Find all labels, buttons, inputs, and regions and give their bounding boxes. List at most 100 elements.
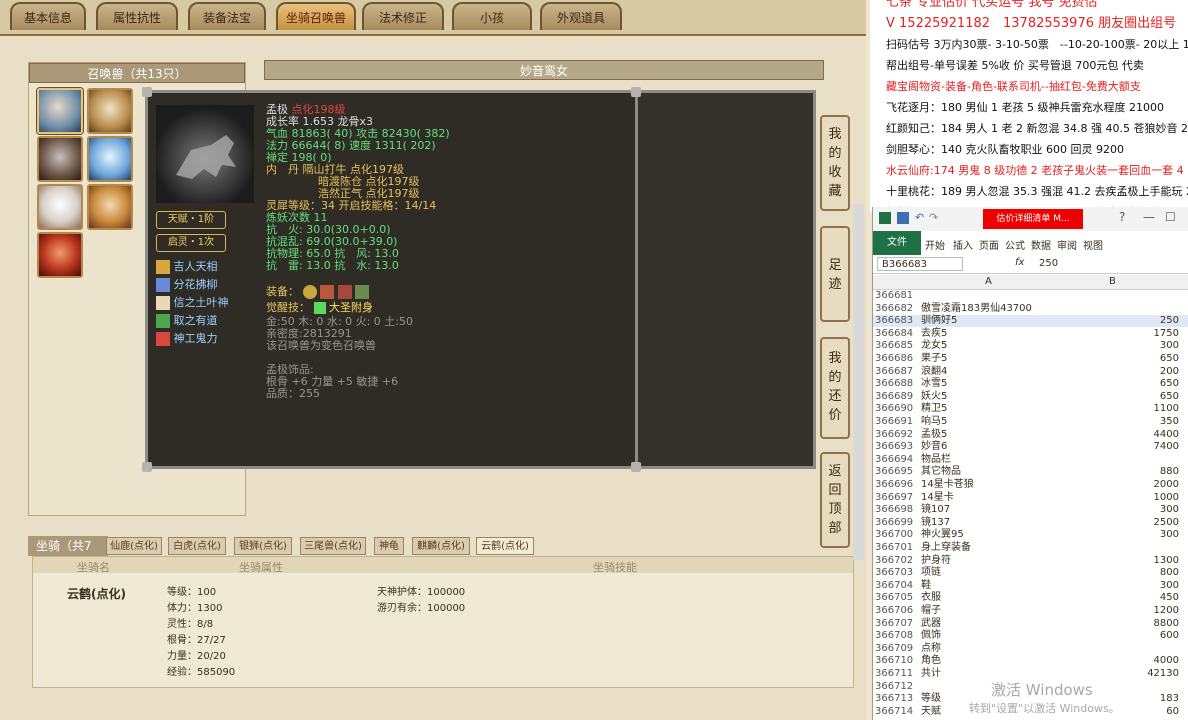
pet-avatar[interactable] <box>37 232 83 278</box>
cell-b[interactable]: 200 <box>1160 366 1179 378</box>
cell-b[interactable]: 250 <box>1160 315 1179 327</box>
row-number[interactable]: 366702 <box>875 555 913 567</box>
cell-a[interactable]: 项链 <box>921 567 941 579</box>
cell-b[interactable]: 60 <box>1166 706 1179 718</box>
pet-avatar[interactable] <box>87 136 133 182</box>
cell-a[interactable]: 妖火5 <box>921 391 947 403</box>
ribbon-tab[interactable]: 审阅 <box>1057 237 1077 252</box>
mount-tab[interactable]: 神龟 <box>374 537 404 555</box>
row-number[interactable]: 366708 <box>875 630 913 642</box>
tab-attributes[interactable]: 属性抗性 <box>96 2 178 30</box>
row-number[interactable]: 366705 <box>875 592 913 604</box>
cell-a[interactable]: 衣服 <box>921 592 941 604</box>
row-number[interactable]: 366694 <box>875 454 913 466</box>
tab-mount-summon[interactable]: 坐骑召唤兽 <box>276 2 356 30</box>
tab-child[interactable]: 小孩 <box>452 2 532 30</box>
cell-a[interactable]: 响马5 <box>921 416 947 428</box>
cell-a[interactable]: 佩饰 <box>921 630 941 642</box>
mount-tab[interactable]: 仙鹿(点化) <box>106 537 162 555</box>
row-number[interactable]: 366714 <box>875 706 913 718</box>
cell-a[interactable]: 天赋 <box>921 706 941 718</box>
pet-avatar[interactable] <box>87 88 133 134</box>
row-number[interactable]: 366701 <box>875 542 913 554</box>
column-header[interactable]: B <box>1109 276 1116 287</box>
row-number[interactable]: 366696 <box>875 479 913 491</box>
cell-b[interactable]: 2500 <box>1154 517 1179 529</box>
row-number[interactable]: 366686 <box>875 353 913 365</box>
cell-b[interactable]: 7400 <box>1154 441 1179 453</box>
mount-tab[interactable]: 云鹤(点化) <box>476 537 534 555</box>
cell-a[interactable]: 护身符 <box>921 555 951 567</box>
cell-a[interactable]: 角色 <box>921 655 941 667</box>
row-number[interactable]: 366689 <box>875 391 913 403</box>
mount-tab[interactable]: 三尾兽(点化) <box>300 537 366 555</box>
name-box[interactable]: B366683 <box>877 257 963 271</box>
row-number[interactable]: 366698 <box>875 504 913 516</box>
tab-equipment[interactable]: 装备法宝 <box>188 2 266 30</box>
cell-b[interactable]: 300 <box>1160 580 1179 592</box>
cell-b[interactable]: 8800 <box>1154 618 1179 630</box>
cell-b[interactable]: 183 <box>1160 693 1179 705</box>
cell-b[interactable]: 300 <box>1160 340 1179 352</box>
cell-b[interactable]: 1200 <box>1154 605 1179 617</box>
row-number[interactable]: 366712 <box>875 681 913 693</box>
cell-b[interactable]: 1100 <box>1154 403 1179 415</box>
page-scrollbar[interactable] <box>853 204 864 560</box>
cell-a[interactable]: 武器 <box>921 618 941 630</box>
cell-b[interactable]: 650 <box>1160 353 1179 365</box>
my-favorites-button[interactable]: 我的收藏 <box>820 115 850 211</box>
cell-b[interactable]: 800 <box>1160 567 1179 579</box>
row-number[interactable]: 366682 <box>875 303 913 315</box>
cell-a[interactable]: 浪翻4 <box>921 366 947 378</box>
row-number[interactable]: 366709 <box>875 643 913 655</box>
formula-input[interactable]: 250 <box>1039 258 1058 269</box>
ribbon-tab[interactable]: 插入 <box>953 237 973 252</box>
mount-tab[interactable]: 白虎(点化) <box>168 537 226 555</box>
footprint-button[interactable]: 足迹 <box>820 226 850 322</box>
mount-tab[interactable]: 银狮(点化) <box>234 537 292 555</box>
cell-a[interactable]: 14星卡 <box>921 492 954 504</box>
cell-a[interactable]: 龙女5 <box>921 340 947 352</box>
cell-a[interactable]: 镜107 <box>921 504 950 516</box>
mount-tab[interactable]: 麒麟(点化) <box>412 537 470 555</box>
row-number[interactable]: 366690 <box>875 403 913 415</box>
cell-b[interactable]: 650 <box>1160 391 1179 403</box>
cell-b[interactable]: 650 <box>1160 378 1179 390</box>
column-header[interactable]: A <box>985 276 992 287</box>
ribbon-tab[interactable]: 视图 <box>1083 237 1103 252</box>
pet-avatar[interactable] <box>37 136 83 182</box>
cell-a[interactable]: 驯俩好5 <box>921 315 957 327</box>
cell-b[interactable]: 450 <box>1160 592 1179 604</box>
cell-a[interactable]: 妙音6 <box>921 441 947 453</box>
cell-a[interactable]: 孟极5 <box>921 429 947 441</box>
tab-basic-info[interactable]: 基本信息 <box>10 2 86 30</box>
row-number[interactable]: 366704 <box>875 580 913 592</box>
back-to-top-button[interactable]: 返回顶部 <box>820 452 850 548</box>
cell-b[interactable]: 4000 <box>1154 655 1179 667</box>
ribbon-tab[interactable]: 页面 <box>979 237 999 252</box>
cell-a[interactable]: 14星卡苍狼 <box>921 479 974 491</box>
undo-icon[interactable]: ↶ <box>915 211 924 224</box>
cell-b[interactable]: 1000 <box>1154 492 1179 504</box>
cell-b[interactable]: 42130 <box>1147 668 1179 680</box>
ribbon-tab[interactable]: 开始 <box>925 237 945 252</box>
cell-a[interactable]: 等级 <box>921 693 941 705</box>
row-number[interactable]: 366688 <box>875 378 913 390</box>
maximize-icon[interactable]: ☐ <box>1165 210 1176 224</box>
my-offers-button[interactable]: 我的还价 <box>820 337 850 439</box>
row-number[interactable]: 366691 <box>875 416 913 428</box>
row-number[interactable]: 366706 <box>875 605 913 617</box>
cell-a[interactable]: 去疾5 <box>921 328 947 340</box>
row-number[interactable]: 366681 <box>875 290 913 302</box>
cell-a[interactable]: 鞋 <box>921 580 931 592</box>
pet-avatar[interactable] <box>37 88 83 134</box>
cell-a[interactable]: 果子5 <box>921 353 947 365</box>
cell-b[interactable]: 2000 <box>1154 479 1179 491</box>
row-number[interactable]: 366683 <box>875 315 913 327</box>
tab-spell-fix[interactable]: 法术修正 <box>362 2 444 30</box>
ribbon-tab-file[interactable]: 文件 <box>873 231 921 255</box>
row-number[interactable]: 366695 <box>875 466 913 478</box>
cell-a[interactable]: 点称 <box>921 643 941 655</box>
pet-avatar[interactable] <box>37 184 83 230</box>
ribbon-tab[interactable]: 公式 <box>1005 237 1025 252</box>
